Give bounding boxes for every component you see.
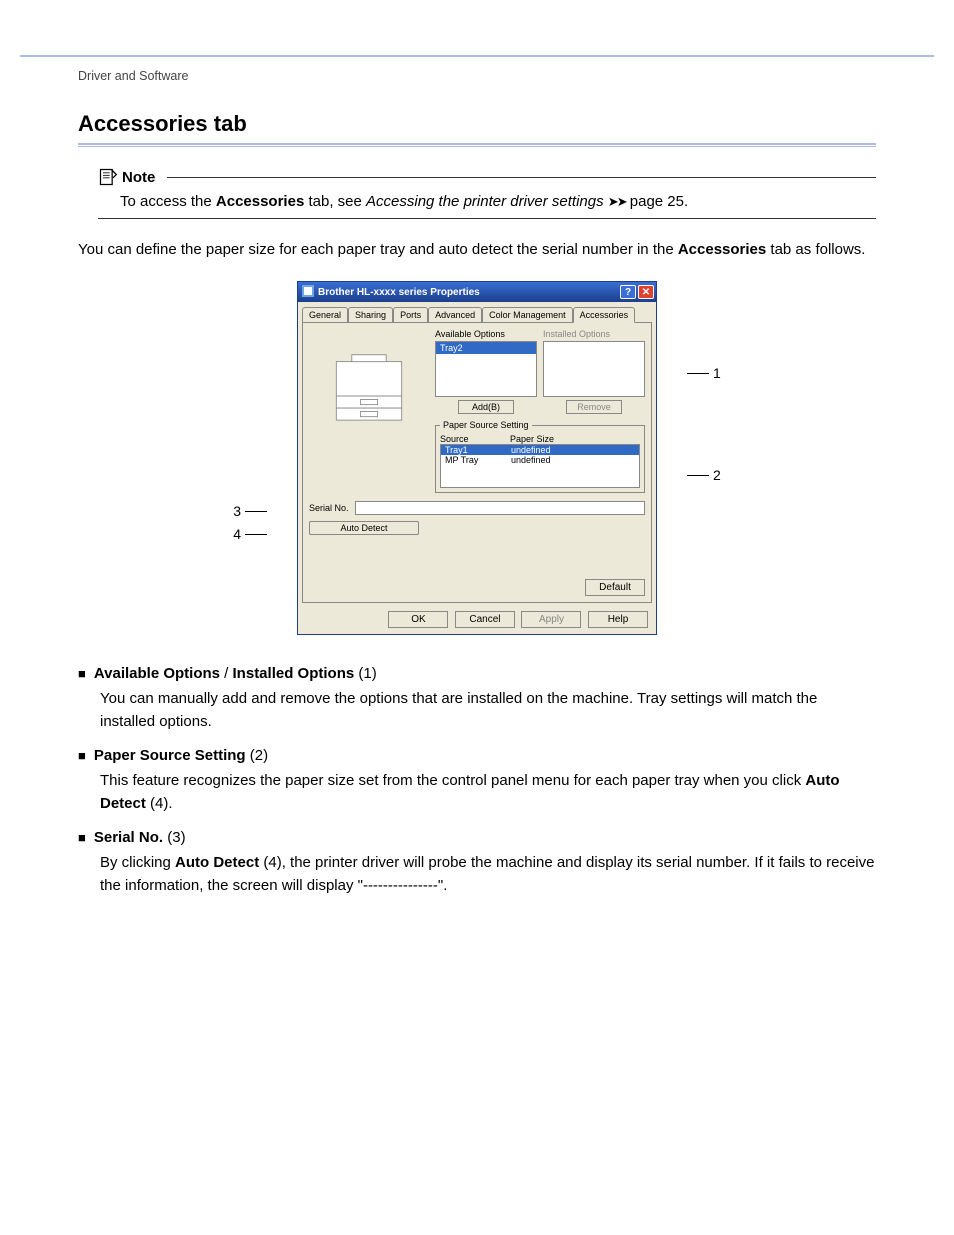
properties-dialog: Brother HL-xxxx series Properties ? ✕ Ge…: [297, 281, 657, 635]
heading-rule: [78, 143, 876, 147]
item-title: Serial No. (3): [94, 829, 186, 846]
arrows-icon: ➤➤: [608, 194, 626, 209]
tab-ports[interactable]: Ports: [393, 307, 428, 323]
note-rule: [167, 177, 876, 178]
note-body: To access the Accessories tab, see Acces…: [98, 187, 876, 219]
callout-1: 1: [687, 365, 725, 381]
app-icon: [302, 285, 314, 300]
serial-input[interactable]: [355, 501, 645, 515]
printer-illustration: [309, 329, 429, 439]
callout-4: 4: [229, 526, 267, 542]
available-options-list[interactable]: Tray2: [435, 341, 537, 397]
available-options-label: Available Options: [435, 329, 537, 339]
tabstrip: General Sharing Ports Advanced Color Man…: [298, 302, 656, 322]
installed-options-label: Installed Options: [543, 329, 645, 339]
auto-detect-button[interactable]: Auto Detect: [309, 521, 419, 535]
dialog-footer: OK Cancel Apply Help: [298, 607, 656, 634]
add-button[interactable]: Add(B): [458, 400, 514, 414]
paper-source-setting: Paper Source Setting Source Paper Size T…: [435, 420, 645, 493]
intro-text: You can define the paper size for each p…: [78, 239, 876, 262]
serial-label: Serial No.: [309, 503, 349, 513]
window-title: Brother HL-xxxx series Properties: [318, 287, 480, 298]
item-title: Paper Source Setting (2): [94, 747, 268, 764]
list-item[interactable]: Tray2: [436, 342, 536, 354]
breadcrumb: Driver and Software: [78, 57, 876, 111]
item-body: By clicking Auto Detect (4), the printer…: [100, 852, 876, 897]
tab-sharing[interactable]: Sharing: [348, 307, 393, 323]
tab-color[interactable]: Color Management: [482, 307, 573, 323]
close-icon[interactable]: ✕: [638, 285, 654, 299]
description-list: ■ Available Options / Installed Options …: [78, 665, 876, 897]
callout-3: 3: [229, 503, 267, 519]
pss-col-size: Paper Size: [510, 434, 554, 444]
default-button[interactable]: Default: [585, 579, 645, 596]
item-body: This feature recognizes the paper size s…: [100, 770, 876, 815]
pss-table[interactable]: Tray1 undefined MP Tray undefined: [440, 444, 640, 488]
tab-advanced[interactable]: Advanced: [428, 307, 482, 323]
table-row[interactable]: Tray1 undefined: [441, 445, 639, 455]
item-body: You can manually add and remove the opti…: [100, 688, 876, 733]
ok-button[interactable]: OK: [388, 611, 448, 628]
cancel-button[interactable]: Cancel: [455, 611, 515, 628]
note-icon: [98, 167, 118, 187]
tab-accessories[interactable]: Accessories: [573, 307, 636, 323]
note-block: Note To access the Accessories tab, see …: [98, 167, 876, 219]
tab-panel: Available Options Tray2 Add(B) Installed…: [302, 322, 652, 603]
note-label: Note: [122, 169, 155, 186]
titlebar[interactable]: Brother HL-xxxx series Properties ? ✕: [298, 282, 656, 302]
apply-button: Apply: [521, 611, 581, 628]
page-title: Accessories tab: [78, 111, 876, 137]
pss-col-source: Source: [440, 434, 510, 444]
tab-general[interactable]: General: [302, 307, 348, 323]
item-title: Available Options / Installed Options (1…: [94, 665, 377, 682]
remove-button: Remove: [566, 400, 622, 414]
help-button[interactable]: Help: [588, 611, 648, 628]
installed-options-list[interactable]: [543, 341, 645, 397]
callout-2: 2: [687, 467, 725, 483]
bullet-icon: ■: [78, 666, 86, 681]
table-row[interactable]: MP Tray undefined: [441, 455, 639, 465]
help-icon[interactable]: ?: [620, 285, 636, 299]
bullet-icon: ■: [78, 830, 86, 845]
bullet-icon: ■: [78, 748, 86, 763]
pss-legend: Paper Source Setting: [440, 420, 532, 430]
